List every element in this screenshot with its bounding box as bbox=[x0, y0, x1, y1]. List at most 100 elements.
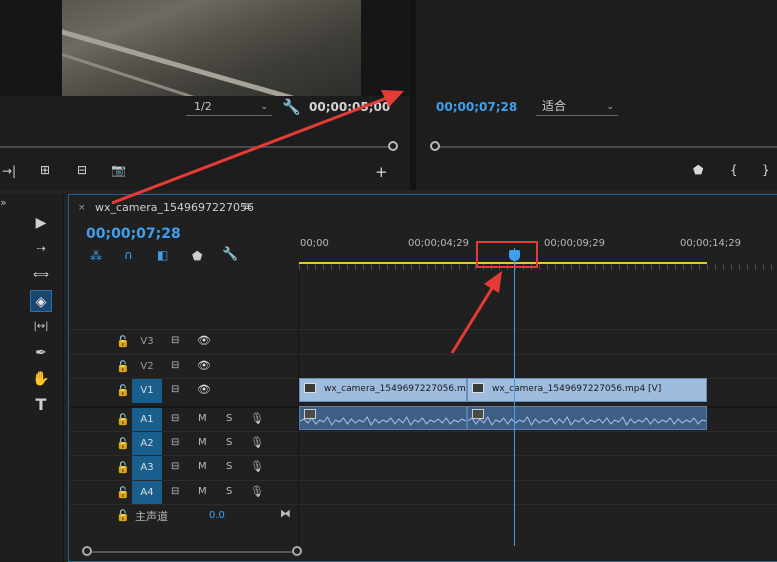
mute-button[interactable]: M bbox=[198, 461, 207, 472]
scrollbar-left-handle[interactable] bbox=[82, 546, 92, 556]
lock-icon[interactable]: 🔓 bbox=[116, 509, 130, 522]
sequence-timecode[interactable]: 00;00;07;28 bbox=[86, 226, 181, 242]
audio-waveform bbox=[300, 416, 466, 426]
snap-icon[interactable]: ∩ bbox=[124, 248, 133, 262]
mute-button[interactable]: M bbox=[198, 413, 207, 424]
program-monitor-video bbox=[62, 0, 361, 96]
ruler-label: 00;00;09;29 bbox=[544, 238, 606, 249]
track-name[interactable]: A3 bbox=[132, 456, 162, 480]
wrench-icon[interactable]: 🔧 bbox=[282, 98, 301, 116]
menu-icon[interactable]: ≡ bbox=[242, 199, 252, 213]
audio-clip[interactable] bbox=[299, 406, 467, 430]
scrollbar-right-handle[interactable] bbox=[292, 546, 302, 556]
mic-icon[interactable]: 🎙 bbox=[250, 460, 264, 473]
source-scrub-bar[interactable] bbox=[0, 146, 392, 148]
type-tool-icon[interactable]: T bbox=[30, 394, 52, 416]
ruler-label: 00;00;14;29 bbox=[680, 238, 742, 249]
slip-tool-icon[interactable]: |↔| bbox=[30, 316, 52, 338]
mic-icon[interactable]: 🎙 bbox=[250, 412, 264, 425]
sync-lock-icon[interactable]: ⊟ bbox=[171, 360, 179, 371]
solo-button[interactable]: S bbox=[226, 437, 232, 448]
video-clip[interactable]: wx_camera_1549697227056.mp4 [ bbox=[299, 378, 467, 402]
selection-tool-icon[interactable]: ▶ bbox=[30, 212, 52, 234]
eye-icon[interactable]: 👁 bbox=[197, 359, 211, 372]
source-scrub-handle[interactable] bbox=[388, 141, 398, 151]
video-clip[interactable]: wx_camera_1549697227056.mp4 [V] bbox=[467, 378, 707, 402]
camera-icon[interactable]: 📷 bbox=[111, 163, 126, 177]
lock-icon[interactable]: 🔓 bbox=[116, 413, 130, 426]
lock-icon[interactable]: 🔓 bbox=[116, 437, 130, 450]
lift-icon[interactable]: ⊞ bbox=[40, 163, 50, 177]
hand-tool-icon[interactable]: ✋ bbox=[30, 368, 52, 390]
track-select-tool-icon[interactable]: ⇢ bbox=[30, 238, 52, 260]
program-timecode[interactable]: 00;00;07;28 bbox=[436, 100, 517, 114]
track-name[interactable]: V3 bbox=[132, 330, 162, 354]
add-marker-icon[interactable]: ⬟ bbox=[192, 249, 202, 263]
sync-lock-icon[interactable]: ⊟ bbox=[171, 335, 179, 346]
solo-button[interactable]: S bbox=[226, 413, 232, 424]
track-name[interactable]: A1 bbox=[132, 408, 162, 432]
linked-selection-icon[interactable]: ◧ bbox=[157, 248, 168, 262]
sync-lock-icon[interactable]: ⊟ bbox=[171, 461, 179, 472]
sequence-tab-name[interactable]: wx_camera_1549697227056 bbox=[95, 201, 254, 214]
master-volume-value[interactable]: 0.0 bbox=[209, 510, 225, 521]
mark-out-button[interactable]: } bbox=[762, 163, 770, 177]
razor-tool-icon[interactable]: ◈ bbox=[30, 290, 52, 312]
close-icon[interactable]: × bbox=[78, 203, 86, 213]
sync-lock-icon[interactable]: ⊟ bbox=[171, 437, 179, 448]
lock-icon[interactable]: 🔓 bbox=[116, 461, 130, 474]
fx-icon bbox=[304, 383, 316, 393]
chevron-down-icon: ⌄ bbox=[260, 102, 268, 112]
master-end-icon[interactable]: ⧓ bbox=[280, 507, 291, 520]
mute-button[interactable]: M bbox=[198, 486, 207, 497]
solo-button[interactable]: S bbox=[226, 486, 232, 497]
track-name[interactable]: V1 bbox=[132, 379, 162, 403]
source-zoom-value: 1/2 bbox=[194, 100, 212, 113]
sync-lock-icon[interactable]: ⊟ bbox=[171, 413, 179, 424]
add-button[interactable]: + bbox=[375, 163, 388, 181]
mute-button[interactable]: M bbox=[198, 437, 207, 448]
sync-lock-icon[interactable]: ⊟ bbox=[171, 486, 179, 497]
program-fit-value: 适合 bbox=[542, 99, 567, 113]
insert-icon[interactable]: →| bbox=[2, 164, 16, 178]
mic-icon[interactable]: 🎙 bbox=[250, 485, 264, 498]
program-monitor-left bbox=[0, 0, 62, 96]
sync-lock-icon[interactable]: ⊟ bbox=[171, 384, 179, 395]
pen-tool-icon[interactable]: ✒ bbox=[30, 342, 52, 364]
mark-in-button[interactable]: { bbox=[730, 163, 738, 177]
eye-icon[interactable]: 👁 bbox=[197, 383, 211, 396]
mic-icon[interactable]: 🎙 bbox=[250, 436, 264, 449]
ripple-edit-tool-icon[interactable]: ⟺ bbox=[30, 264, 52, 286]
track-name[interactable]: A2 bbox=[132, 432, 162, 456]
solo-button[interactable]: S bbox=[226, 461, 232, 472]
timeline-horizontal-scrollbar[interactable] bbox=[87, 551, 297, 553]
time-ruler[interactable] bbox=[299, 264, 777, 270]
program-fit-select[interactable]: 适合 ⌄ bbox=[536, 99, 618, 116]
program-monitor-panel bbox=[416, 0, 777, 190]
track-name[interactable]: A4 bbox=[132, 481, 162, 505]
lock-icon[interactable]: 🔓 bbox=[116, 360, 130, 373]
track-row-v2: 🔓 V2 ⊟ 👁 bbox=[70, 354, 777, 378]
track-row-v3: 🔓 V3 ⊟ 👁 bbox=[70, 329, 777, 353]
extract-icon[interactable]: ⊟ bbox=[77, 163, 87, 177]
program-scrub-bar[interactable] bbox=[436, 146, 777, 148]
source-timecode[interactable]: 00;00;05;00 bbox=[309, 100, 390, 114]
playhead-line[interactable] bbox=[514, 248, 515, 546]
track-row-a3: 🔓 A3 ⊟ M S 🎙 bbox=[70, 455, 777, 480]
track-name[interactable]: V2 bbox=[132, 355, 162, 379]
audio-clip[interactable] bbox=[467, 406, 707, 430]
eye-icon[interactable]: 👁 bbox=[197, 334, 211, 347]
program-scrub-handle[interactable] bbox=[430, 141, 440, 151]
nest-icon[interactable]: ⁂ bbox=[90, 249, 102, 263]
marker-icon[interactable]: ⬟ bbox=[693, 163, 703, 177]
panel-more-icon[interactable]: » bbox=[0, 196, 7, 209]
lock-icon[interactable]: 🔓 bbox=[116, 335, 130, 348]
lock-icon[interactable]: 🔓 bbox=[116, 486, 130, 499]
source-zoom-select[interactable]: 1/2 ⌄ bbox=[186, 99, 272, 116]
chevron-down-icon: ⌄ bbox=[606, 102, 614, 112]
fx-icon bbox=[472, 383, 484, 393]
timeline-settings-icon[interactable]: 🔧 bbox=[222, 247, 238, 262]
lock-icon[interactable]: 🔓 bbox=[116, 384, 130, 397]
ruler-label: 00;00 bbox=[300, 238, 329, 249]
clip-label: wx_camera_1549697227056.mp4 [V] bbox=[492, 384, 662, 394]
